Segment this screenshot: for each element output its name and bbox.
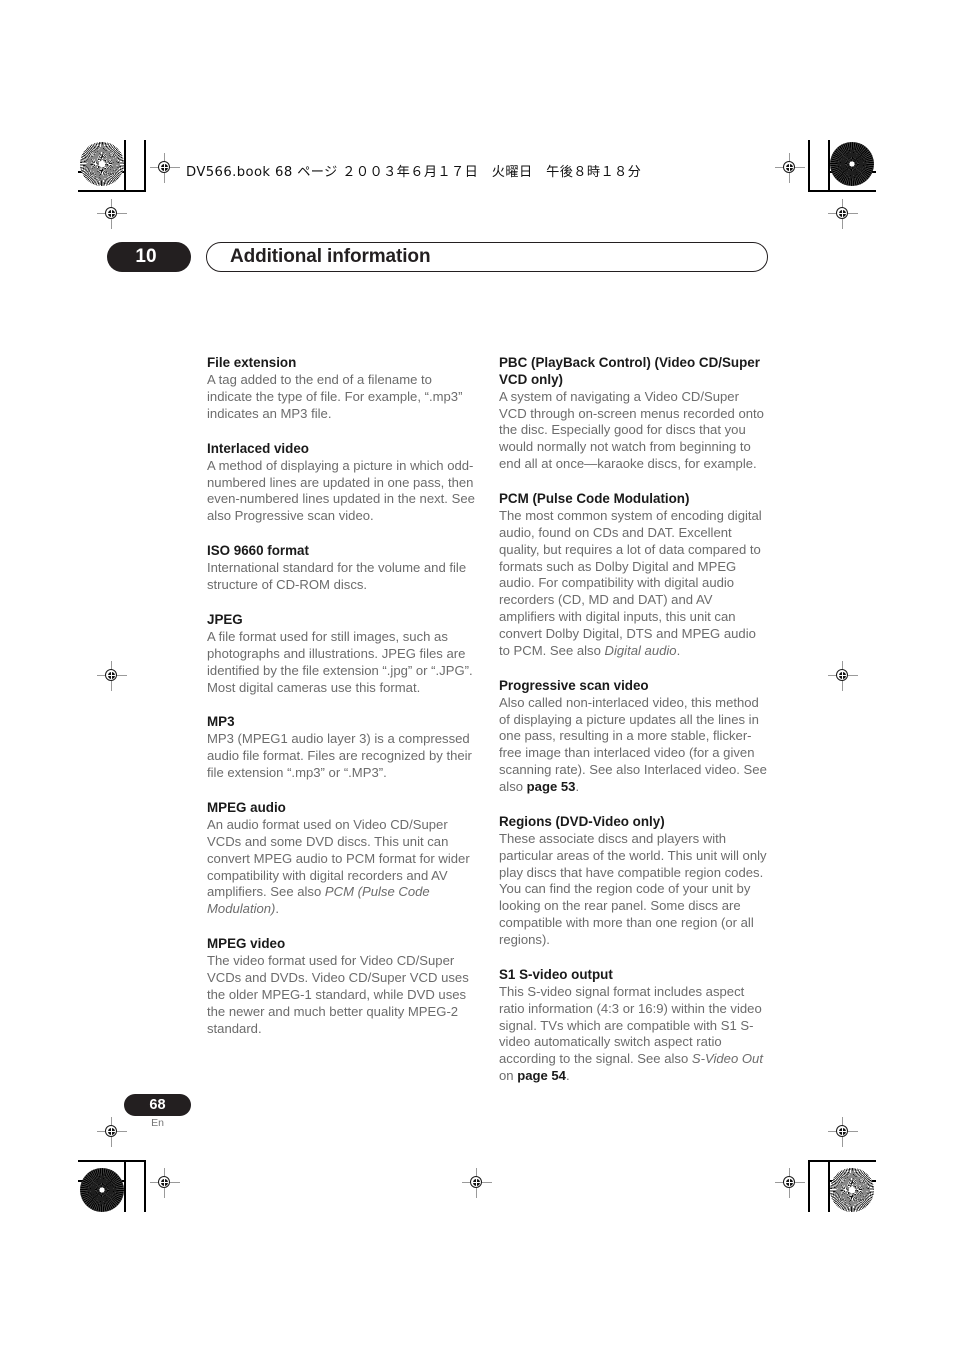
registration-target-top-left bbox=[150, 153, 180, 183]
glossary-term: File extension bbox=[207, 355, 297, 370]
glossary-definition: This S-video signal format includes aspe… bbox=[499, 983, 763, 1084]
crop-mark-bottom-right-h bbox=[808, 1160, 876, 1162]
registration-target-lower-right bbox=[828, 1117, 858, 1147]
glossary-definition: A method of displaying a picture in whic… bbox=[207, 457, 475, 524]
glossary-definition: The most common system of encoding digit… bbox=[499, 508, 762, 658]
glossary-term: JPEG bbox=[207, 611, 243, 627]
crop-mark-bottom-right-v2 bbox=[808, 1160, 810, 1212]
glossary-term: S1 S-video output bbox=[499, 966, 613, 982]
glossary-definition: These associate discs and players with p… bbox=[499, 830, 767, 947]
rosette-top-left bbox=[80, 142, 124, 186]
glossary-definition: A tag added to the end of a filename to … bbox=[207, 372, 463, 421]
page-language-label: En bbox=[151, 1117, 164, 1129]
glossary-entry: MP3 MP3 (MPEG1 audio layer 3) is a compre… bbox=[207, 714, 477, 782]
crop-mark-top-left-v2 bbox=[144, 140, 146, 192]
rosette-bottom-left bbox=[80, 1168, 124, 1212]
registration-target-upper-left bbox=[97, 199, 127, 229]
glossary-column-left: File extension A tag added to the end of … bbox=[207, 355, 477, 1037]
crop-mark-top-left-v bbox=[124, 140, 126, 192]
book-header-stamp: DV566.book 68 ページ ２００３年６月１７日 火曜日 午後８時１８分 bbox=[186, 165, 642, 180]
glossary-term: MPEG audio bbox=[207, 799, 286, 815]
rosette-top-right bbox=[830, 142, 874, 186]
glossary-definition: An audio format used on Video CD/Super V… bbox=[207, 817, 470, 917]
chapter-number-badge: 10 bbox=[107, 242, 191, 272]
glossary-term: MPEG video bbox=[207, 936, 286, 952]
registration-target-bottom-right bbox=[775, 1168, 805, 1198]
crop-mark-top-right-v2 bbox=[808, 140, 810, 192]
crop-mark-bottom-left-v2 bbox=[144, 1160, 146, 1212]
glossary-term: PCM (Pulse Code Modulation) bbox=[499, 490, 690, 506]
crop-mark-top-right-h2 bbox=[808, 190, 876, 192]
glossary-entry: JPEG A file format used for still images,… bbox=[207, 612, 477, 696]
crop-mark-bottom-left-h bbox=[78, 1160, 146, 1162]
registration-target-mid-left bbox=[97, 661, 127, 691]
glossary-entry: MPEG audio An audio format used on Video … bbox=[207, 800, 477, 918]
glossary-definition: A system of navigating a Video CD/Super … bbox=[499, 388, 764, 472]
glossary-term: Regions (DVD-Video only) bbox=[499, 813, 665, 829]
glossary-entry: Progressive scan video Also called non-in… bbox=[499, 678, 769, 796]
glossary-definition: MP3 (MPEG1 audio layer 3) is a compresse… bbox=[207, 731, 472, 781]
rosette-bottom-right bbox=[830, 1168, 874, 1212]
glossary-entry: MPEG video The video format used for Vide… bbox=[207, 936, 477, 1037]
registration-target-lower-left bbox=[97, 1117, 127, 1147]
glossary-column-right: PBC (PlayBack Control) (Video CD/Super V… bbox=[499, 355, 769, 1085]
glossary-entry: S1 S-video output This S-video signal for… bbox=[499, 967, 769, 1085]
registration-target-upper-right bbox=[828, 199, 858, 229]
glossary-term: PBC (PlayBack Control) (Video CD/Super V… bbox=[499, 355, 760, 387]
glossary-definition: International standard for the volume an… bbox=[207, 560, 467, 593]
glossary-entry: Interlaced video A method of displaying a… bbox=[207, 441, 477, 525]
glossary-definition: Also called non-interlaced video, this m… bbox=[499, 694, 767, 794]
chapter-banner: 10 Additional information bbox=[107, 242, 768, 272]
glossary-term: Interlaced video bbox=[207, 440, 309, 456]
registration-target-bottom-center bbox=[462, 1168, 492, 1198]
glossary-entry: PCM (Pulse Code Modulation) The most comm… bbox=[499, 491, 769, 660]
glossary-entry: File extension A tag added to the end of … bbox=[207, 355, 477, 423]
glossary-term: MP3 bbox=[207, 714, 235, 730]
registration-target-bottom-left bbox=[150, 1168, 180, 1198]
glossary-definition: A file format used for still images, suc… bbox=[207, 628, 473, 695]
page-number-badge: 68 bbox=[124, 1094, 191, 1116]
glossary-entry: ISO 9660 format International standard fo… bbox=[207, 543, 477, 594]
glossary-entry: PBC (PlayBack Control) (Video CD/Super V… bbox=[499, 355, 769, 473]
glossary-definition: The video format used for Video CD/Super… bbox=[207, 953, 469, 1036]
registration-target-top-right bbox=[775, 153, 805, 183]
registration-target-mid-right bbox=[828, 661, 858, 691]
crop-mark-bottom-left-v bbox=[124, 1160, 126, 1212]
page-title: Additional information bbox=[230, 246, 431, 267]
glossary-term: Progressive scan video bbox=[499, 677, 649, 693]
glossary-entry: Regions (DVD-Video only) These associate … bbox=[499, 814, 769, 949]
crop-mark-top-left-h2 bbox=[78, 190, 146, 192]
glossary-term: ISO 9660 format bbox=[207, 543, 309, 559]
